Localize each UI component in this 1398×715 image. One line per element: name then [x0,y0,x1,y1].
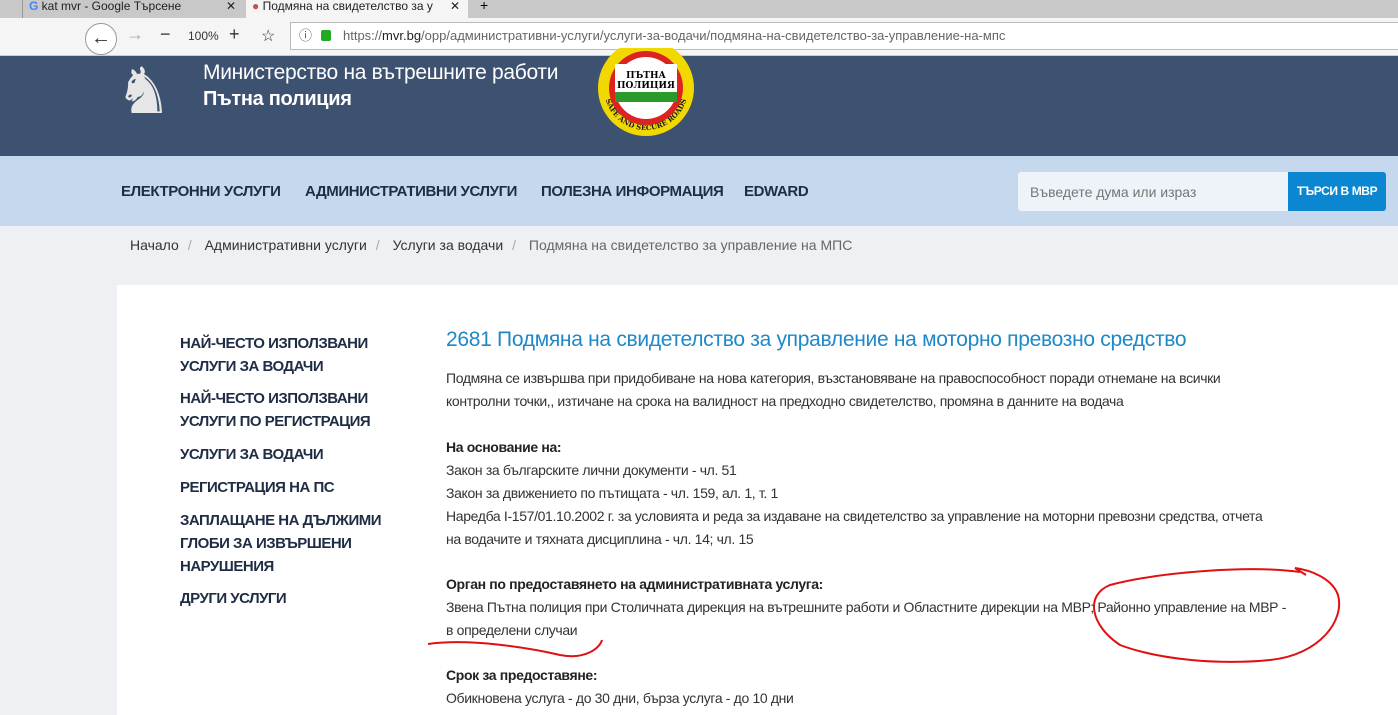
nav-administrative-services[interactable]: АДМИНИСТРАТИВНИ УСЛУГИ [305,183,517,200]
breadcrumb-current: Подмяна на свидетелство за управление на… [528,237,853,253]
zoom-out-button[interactable]: − [160,24,171,45]
back-button[interactable]: ← [85,23,117,55]
address-bar[interactable]: ⓘ https://mvr.bg/opp/административни-усл… [290,22,1398,50]
new-tab-button[interactable]: + [480,0,488,12]
sidebar-item-fines[interactable]: ЗАПЛАЩАНЕ НА ДЪЛЖИМИ ГЛОБИ ЗА ИЗВЪРШЕНИ НА… [180,509,382,578]
department-name: Пътна полиция [203,88,352,110]
main-nav: ЕЛЕКТРОННИ УСЛУГИ АДМИНИСТРАТИВНИ УСЛУГИ… [0,156,1398,226]
section-heading: На основание на: [446,439,562,455]
breadcrumb-separator: / [512,237,517,253]
bookmark-star-icon[interactable]: ☆ [261,26,275,46]
intro-text: Подмяна се извършва при придобиване на н… [446,370,1221,409]
sidebar-item-frequent-driver[interactable]: НАЙ-ЧЕСТО ИЗПОЛЗВАНИ УСЛУГИ ЗА ВОДАЧИ [180,332,368,378]
nav-useful-information[interactable]: ПОЛЕЗНА ИНФОРМАЦИЯ [541,183,724,200]
breadcrumb-driver-services[interactable]: Услуги за водачи [393,237,504,253]
term-section: Срок за предоставяне: Обикновена услуга … [446,667,794,706]
svg-text:ПОЛИЦИЯ: ПОЛИЦИЯ [617,81,675,91]
ministry-name: Министерство на вътрешните работи [203,61,559,84]
breadcrumb-admin-services[interactable]: Административни услуги [205,237,367,253]
google-icon: G [29,0,42,13]
sidebar-item-vehicle-registration[interactable]: РЕГИСТРАЦИЯ НА ПС [180,476,335,499]
breadcrumb-home[interactable]: Начало [130,237,179,253]
info-icon[interactable]: ⓘ [299,23,312,49]
sidebar-item-frequent-registration[interactable]: НАЙ-ЧЕСТО ИЗПОЛЗВАНИ УСЛУГИ ПО РЕГИСТРАЦИ… [180,387,371,433]
breadcrumb: Начало / Административни услуги / Услуги з… [130,237,852,253]
basis-section: На основание на: Закон за българските ли… [446,439,1263,547]
zoom-level[interactable]: 100% [188,29,219,43]
traffic-police-badge-logo: ПЪТНА ПОЛИЦИЯ SAFE AND SECURE ROADS [598,48,694,136]
section-heading: Орган по предоставянето на административ… [446,576,823,592]
close-tab-icon[interactable]: ✕ [450,0,460,12]
search-input[interactable] [1018,172,1288,211]
site-header: ♞ Министерство на вътрешните работи Пътн… [0,48,1398,156]
breadcrumb-separator: / [375,237,380,253]
nav-electronic-services[interactable]: ЕЛЕКТРОННИ УСЛУГИ [121,183,281,200]
sidebar-item-driver-services[interactable]: УСЛУГИ ЗА ВОДАЧИ [180,443,324,466]
forward-button[interactable]: → [126,24,144,45]
coat-of-arms-lion-logo[interactable]: ♞ [115,56,190,128]
page-title: 2681 Подмяна на свидетелство за управлен… [446,328,1187,351]
section-heading: Срок за предоставяне: [446,667,598,683]
browser-tab-bar: G kat mvr - Google Търсене ✕ ● Подмяна на… [0,0,1398,18]
close-tab-icon[interactable]: ✕ [226,0,236,12]
browser-tab-active[interactable]: ● Подмяна на свидетелство за у ✕ [246,0,468,18]
favicon-icon: ● [252,0,263,13]
svg-text:ПЪТНА: ПЪТНА [626,71,666,81]
browser-toolbar: ← → − 100% + ☆ ⓘ https://mvr.bg/opp/адми… [0,18,1398,56]
sidebar-item-other-services[interactable]: ДРУГИ УСЛУГИ [180,587,287,610]
zoom-in-button[interactable]: + [229,24,240,45]
breadcrumb-separator: / [187,237,192,253]
authority-section: Орган по предоставянето на административ… [446,576,1287,638]
lock-icon [321,30,331,41]
search-button[interactable]: ТЪРСИ В МВР [1288,172,1386,211]
browser-tab[interactable]: G kat mvr - Google Търсене ✕ [22,0,244,18]
nav-edward[interactable]: EDWARD [744,183,809,200]
